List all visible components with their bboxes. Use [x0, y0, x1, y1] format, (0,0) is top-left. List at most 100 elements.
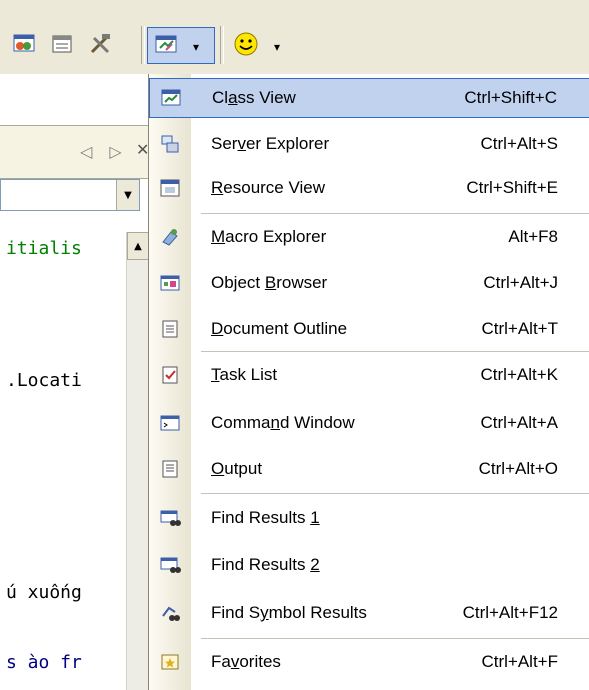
object-browser-icon: [149, 272, 191, 294]
menu-item[interactable]: Find Symbol Results Ctrl+Alt+F12: [149, 593, 589, 633]
menu-item-label: Find Results 2: [211, 555, 320, 575]
label-text: Cl: [212, 88, 229, 107]
mnemonic-letter: 2: [310, 555, 320, 574]
label-text: ask List: [219, 365, 278, 384]
find-results-icon: [149, 507, 191, 529]
toolbar: ▾ ▾: [0, 0, 589, 74]
label-text: acro Explorer: [225, 227, 327, 246]
chart-icon[interactable]: [10, 30, 38, 58]
label-text: esource View: [223, 178, 326, 197]
menu-item[interactable]: Find Results 2: [149, 545, 589, 585]
macro-explorer-icon: [149, 226, 191, 248]
task-list-icon: [149, 364, 191, 386]
mnemonic-letter: a: [228, 88, 238, 107]
mnemonic-letter: B: [264, 273, 277, 292]
mnemonic-letter: n: [270, 413, 280, 432]
menu-item[interactable]: Task List Ctrl+Alt+K: [149, 355, 589, 395]
menu-item[interactable]: Class View Ctrl+Shift+C: [149, 78, 589, 118]
command-window-icon: [149, 412, 191, 434]
label-text: Fa: [211, 652, 231, 671]
menu-item-label: Favorites: [211, 652, 281, 672]
menu-item-shortcut: Ctrl+Alt+O: [478, 459, 558, 478]
menu-item-label: Object Browser: [211, 273, 327, 293]
mnemonic-letter: 1: [310, 508, 320, 527]
menu-item-shortcut: Ctrl+Alt+F: [481, 652, 558, 671]
menu-item[interactable]: Server Explorer Ctrl+Alt+S: [149, 124, 589, 164]
code-line: s ào fr: [6, 652, 82, 673]
menu-separator: [201, 213, 589, 214]
menu-item-shortcut: Ctrl+Shift+C: [464, 88, 557, 107]
tab-scroll-arrows[interactable]: ◁ ▷: [80, 142, 128, 161]
menu-item-label: Output: [211, 459, 262, 479]
class-view-icon[interactable]: [152, 30, 180, 58]
find-results-icon: [149, 554, 191, 576]
menu-item[interactable]: Document Outline Ctrl+Alt+T: [149, 309, 589, 349]
class-view-icon: [150, 87, 192, 109]
code-line: .Locati: [6, 370, 82, 391]
label-text: Comma: [211, 413, 271, 432]
dropdown-arrow-icon[interactable]: ▾: [193, 40, 199, 54]
label-text: rowser: [276, 273, 328, 292]
menu-separator: [201, 638, 589, 639]
menu-item-shortcut: Ctrl+Alt+S: [480, 134, 558, 153]
server-explorer-icon: [149, 133, 191, 155]
menu-item-shortcut: Ctrl+Alt+F12: [462, 603, 558, 622]
menu-item-shortcut: Ctrl+Alt+J: [483, 273, 558, 292]
label-text: d Window: [279, 413, 355, 432]
label-text: orites: [239, 652, 281, 671]
menu-separator: [201, 493, 589, 494]
menu-item[interactable]: Macro Explorer Alt+F8: [149, 217, 589, 257]
label-text: Find S: [211, 603, 261, 622]
label-text: mbol Results: [268, 603, 367, 622]
mnemonic-letter: O: [211, 459, 225, 478]
label-text: ocument Outline: [223, 319, 348, 338]
label-text: utput: [224, 459, 263, 478]
label-text: Find Results: [211, 555, 311, 574]
menu-item-label: Task List: [211, 365, 277, 385]
favorites-icon: [149, 651, 191, 673]
menu-item-label: Document Outline: [211, 319, 347, 339]
menu-item-shortcut: Alt+F8: [508, 227, 558, 246]
view-other-windows-menu: Class View Ctrl+Shift+C Server Explorer Ctr…: [148, 74, 589, 690]
smiley-icon[interactable]: [232, 30, 260, 58]
menu-item[interactable]: Command Window Ctrl+Alt+A: [149, 403, 589, 443]
scroll-up-arrow[interactable]: ▲: [127, 232, 149, 260]
code-line: ú xuống: [6, 582, 82, 603]
properties-icon[interactable]: [48, 30, 76, 58]
menu-item-shortcut: Ctrl+Alt+T: [481, 319, 558, 338]
document-outline-icon: [149, 318, 191, 340]
menu-item-label: Server Explorer: [211, 134, 329, 154]
member-combo-box[interactable]: ▼: [0, 179, 140, 211]
menu-item[interactable]: Output Ctrl+Alt+O: [149, 449, 589, 489]
menu-item-label: Resource View: [211, 178, 325, 198]
label-text: Find Results: [211, 508, 311, 527]
menu-item[interactable]: Object Browser Ctrl+Alt+J: [149, 263, 589, 303]
output-icon: [149, 458, 191, 480]
tools-icon[interactable]: [86, 30, 114, 58]
menu-item[interactable]: Favorites Ctrl+Alt+F: [149, 642, 589, 682]
chevron-down-icon[interactable]: ▼: [116, 180, 139, 210]
menu-item-shortcut: Ctrl+Alt+A: [480, 413, 558, 432]
document-tab-strip: ◁ ▷ ✕: [0, 125, 149, 179]
toolbar-separator: [220, 26, 224, 64]
mnemonic-letter: v: [237, 134, 246, 153]
menu-item-label: Find Symbol Results: [211, 603, 367, 623]
menu-item-label: Find Results 1: [211, 508, 320, 528]
vertical-scrollbar[interactable]: ▲: [126, 232, 149, 690]
dropdown-arrow-icon[interactable]: ▾: [274, 40, 280, 54]
mnemonic-letter: T: [211, 365, 220, 384]
toolbar-separator: [141, 26, 145, 64]
mnemonic-letter: D: [211, 319, 224, 338]
find-symbol-icon: [149, 602, 191, 624]
mnemonic-letter: R: [211, 178, 224, 197]
mnemonic-letter: M: [211, 227, 226, 246]
label-text: Ser: [211, 134, 238, 153]
mnemonic-letter: y: [260, 603, 269, 622]
label-text: Object: [211, 273, 265, 292]
menu-item-label: Command Window: [211, 413, 355, 433]
menu-item-label: Macro Explorer: [211, 227, 326, 247]
menu-item-label: Class View: [212, 88, 296, 108]
menu-item[interactable]: Find Results 1: [149, 498, 589, 538]
menu-item[interactable]: Resource View Ctrl+Shift+E: [149, 168, 589, 208]
resource-view-icon: [149, 177, 191, 199]
